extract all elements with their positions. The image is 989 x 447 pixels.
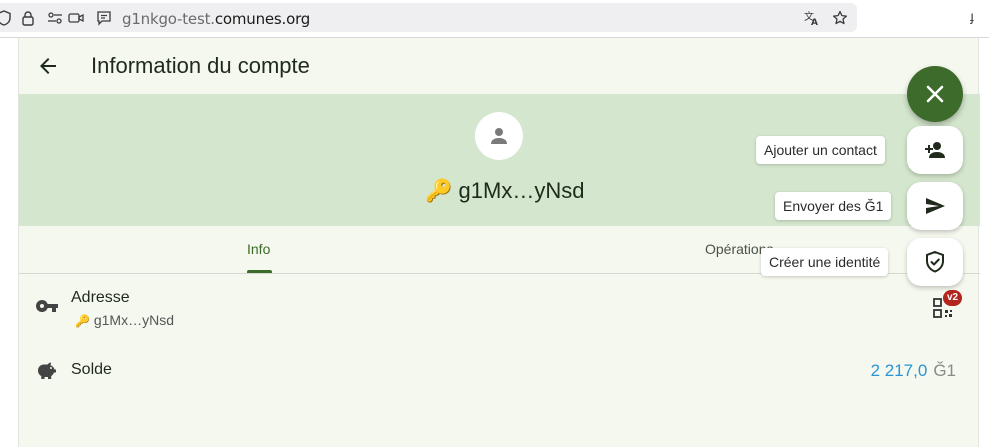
reader-icon[interactable] (96, 10, 112, 26)
close-icon (926, 85, 944, 103)
lock-icon[interactable] (20, 10, 36, 26)
key-icon (35, 294, 59, 318)
tab-info[interactable]: Info (247, 241, 270, 257)
key-icon: 🔑 (425, 178, 453, 203)
address-bar[interactable]: g1nkgo-test.comunes.org 文A (0, 3, 857, 32)
piggy-bank-icon (35, 359, 59, 383)
url-domain: comunes.org (214, 10, 311, 28)
url-text[interactable]: g1nkgo-test.comunes.org (122, 10, 310, 28)
balance-row[interactable]: Solde 2 217,0 Ğ1 (19, 341, 980, 399)
speed-dial-close-button[interactable] (907, 66, 963, 122)
app-bar: Information du compte (19, 38, 980, 94)
add-contact-button[interactable] (907, 126, 963, 174)
back-arrow-icon[interactable] (36, 54, 60, 78)
create-identity-label[interactable]: Créer une identité (761, 248, 889, 276)
balance-value: 2 217,0 (870, 361, 928, 380)
qr-version-badge: v2 (943, 290, 963, 306)
permissions-icon[interactable] (47, 10, 63, 26)
address-value: 🔑 g1Mx…yNsd (75, 312, 174, 328)
create-identity-button[interactable] (907, 238, 963, 286)
address-row[interactable]: Adresse 🔑 g1Mx…yNsd v2 (19, 275, 980, 341)
avatar[interactable] (475, 112, 523, 160)
balance-amount: 2 217,0 Ğ1 (871, 361, 956, 381)
add-contact-label[interactable]: Ajouter un contact (756, 136, 885, 164)
camera-icon[interactable] (68, 10, 84, 26)
send-icon (926, 198, 945, 214)
address-title: Adresse (71, 289, 130, 306)
key-emoji: 🔑 (75, 314, 90, 328)
balance-currency: Ğ1 (933, 361, 956, 380)
balance-title: Solde (71, 361, 112, 378)
bookmark-star-icon[interactable] (832, 10, 848, 26)
shield-icon[interactable] (0, 10, 12, 26)
person-icon (491, 128, 507, 144)
verified-shield-icon (926, 250, 944, 273)
account-name-text: g1Mx…yNsd (458, 178, 585, 203)
browser-url-bar: g1nkgo-test.comunes.org 文A ɟ (0, 0, 989, 38)
account-name: 🔑 g1Mx…yNsd (425, 178, 584, 204)
url-prefix: g1nkgo-test. (122, 10, 215, 28)
person-add-icon (925, 142, 945, 158)
browser-extensions-icon[interactable]: ɟ (970, 8, 974, 24)
translate-icon[interactable]: 文A (804, 10, 820, 26)
page-title: Information du compte (91, 53, 310, 78)
address-value-text: g1Mx…yNsd (93, 312, 174, 328)
send-g1-button[interactable] (907, 182, 963, 230)
tab-indicator (247, 270, 272, 273)
send-g1-label[interactable]: Envoyer des Ğ1 (775, 192, 892, 220)
svg-text:A: A (811, 18, 818, 26)
app-window: Information du compte 🔑 g1Mx…yNsd Info O… (18, 38, 980, 447)
